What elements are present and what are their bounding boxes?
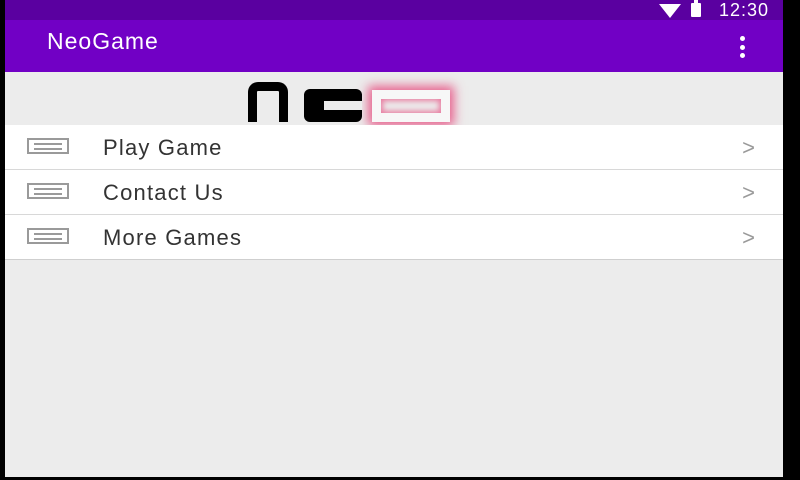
logo-letter-o <box>372 90 450 122</box>
menu-item-label: Play Game <box>103 135 223 160</box>
menu-item-label: More Games <box>103 225 243 250</box>
logo-letter-e <box>304 89 362 122</box>
logo-letter-n <box>248 82 288 122</box>
more-vert-icon[interactable] <box>737 36 747 58</box>
main-menu: Play Game > Contact Us > More Games > <box>5 125 783 260</box>
app-bar: NeoGame <box>5 20 783 72</box>
chevron-right-icon: > <box>742 135 755 160</box>
list-icon <box>27 138 69 154</box>
menu-item-label: Contact Us <box>103 180 224 205</box>
chevron-right-icon: > <box>742 180 755 205</box>
status-icons: 12:30 <box>658 0 769 20</box>
menu-item-more-games[interactable]: More Games > <box>5 215 783 260</box>
menu-item-play-game[interactable]: Play Game > <box>5 125 783 170</box>
logo-area <box>5 72 783 124</box>
dot <box>739 44 745 50</box>
clock: 12:30 <box>718 0 769 20</box>
dot <box>739 53 745 58</box>
dot <box>739 36 745 41</box>
list-icon <box>27 183 69 199</box>
wifi-icon <box>658 4 681 18</box>
neo-logo <box>248 78 450 122</box>
status-bar: 12:30 <box>5 0 783 20</box>
menu-item-contact-us[interactable]: Contact Us > <box>5 170 783 215</box>
app-title: NeoGame <box>47 28 159 54</box>
list-icon <box>27 228 69 244</box>
phone-screen: 12:30 NeoGame Play Game > Contact Us > M… <box>5 0 783 477</box>
chevron-right-icon: > <box>742 225 755 250</box>
battery-icon <box>690 0 701 17</box>
